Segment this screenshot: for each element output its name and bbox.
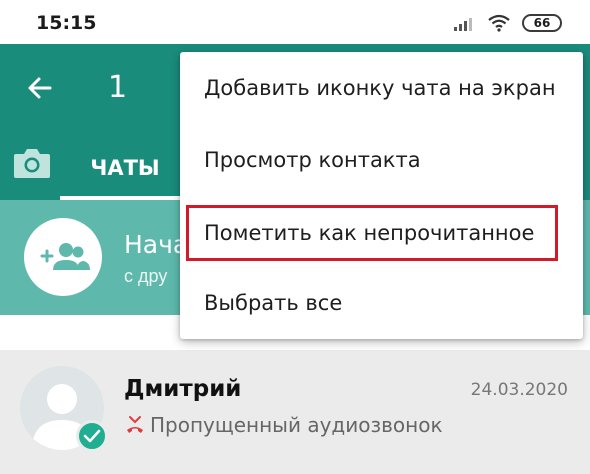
camera-icon bbox=[14, 149, 50, 178]
wifi-icon bbox=[488, 14, 510, 32]
overflow-menu: Добавить иконку чата на экран Просмотр к… bbox=[180, 52, 583, 339]
back-arrow-icon bbox=[28, 77, 52, 99]
selected-count: 1 bbox=[108, 70, 128, 105]
chat-name: Дмитрий bbox=[124, 376, 242, 402]
signal-icon bbox=[454, 18, 472, 31]
menu-item-add-shortcut[interactable]: Добавить иконку чата на экран bbox=[180, 60, 583, 116]
battery-icon: 66 bbox=[522, 14, 562, 32]
chat-row[interactable]: Дмитрий 24.03.2020 Пропущенный аудиозвон… bbox=[0, 350, 590, 474]
menu-item-select-all[interactable]: Выбрать все bbox=[180, 275, 583, 331]
menu-item-view-contact[interactable]: Просмотр контакта bbox=[180, 132, 583, 188]
chat-date: 24.03.2020 bbox=[470, 380, 568, 400]
camera-tab[interactable] bbox=[12, 146, 52, 180]
back-button[interactable] bbox=[22, 70, 58, 106]
banner-subtitle: с дру bbox=[124, 266, 168, 286]
status-time: 15:15 bbox=[36, 12, 97, 34]
tab-chats[interactable]: ЧАТЫ bbox=[60, 144, 190, 200]
status-bar: 15:15 66 bbox=[0, 0, 590, 44]
add-group-icon bbox=[40, 243, 90, 270]
menu-item-mark-unread[interactable]: Пометить как непрочитанное bbox=[186, 205, 558, 261]
chat-preview: Пропущенный аудиозвонок bbox=[150, 413, 443, 437]
missed-call-icon bbox=[127, 416, 143, 433]
check-badge-icon bbox=[76, 420, 108, 452]
banner-title: Нача bbox=[124, 230, 189, 259]
status-icons: 66 bbox=[454, 13, 562, 33]
banner-avatar bbox=[24, 218, 102, 296]
